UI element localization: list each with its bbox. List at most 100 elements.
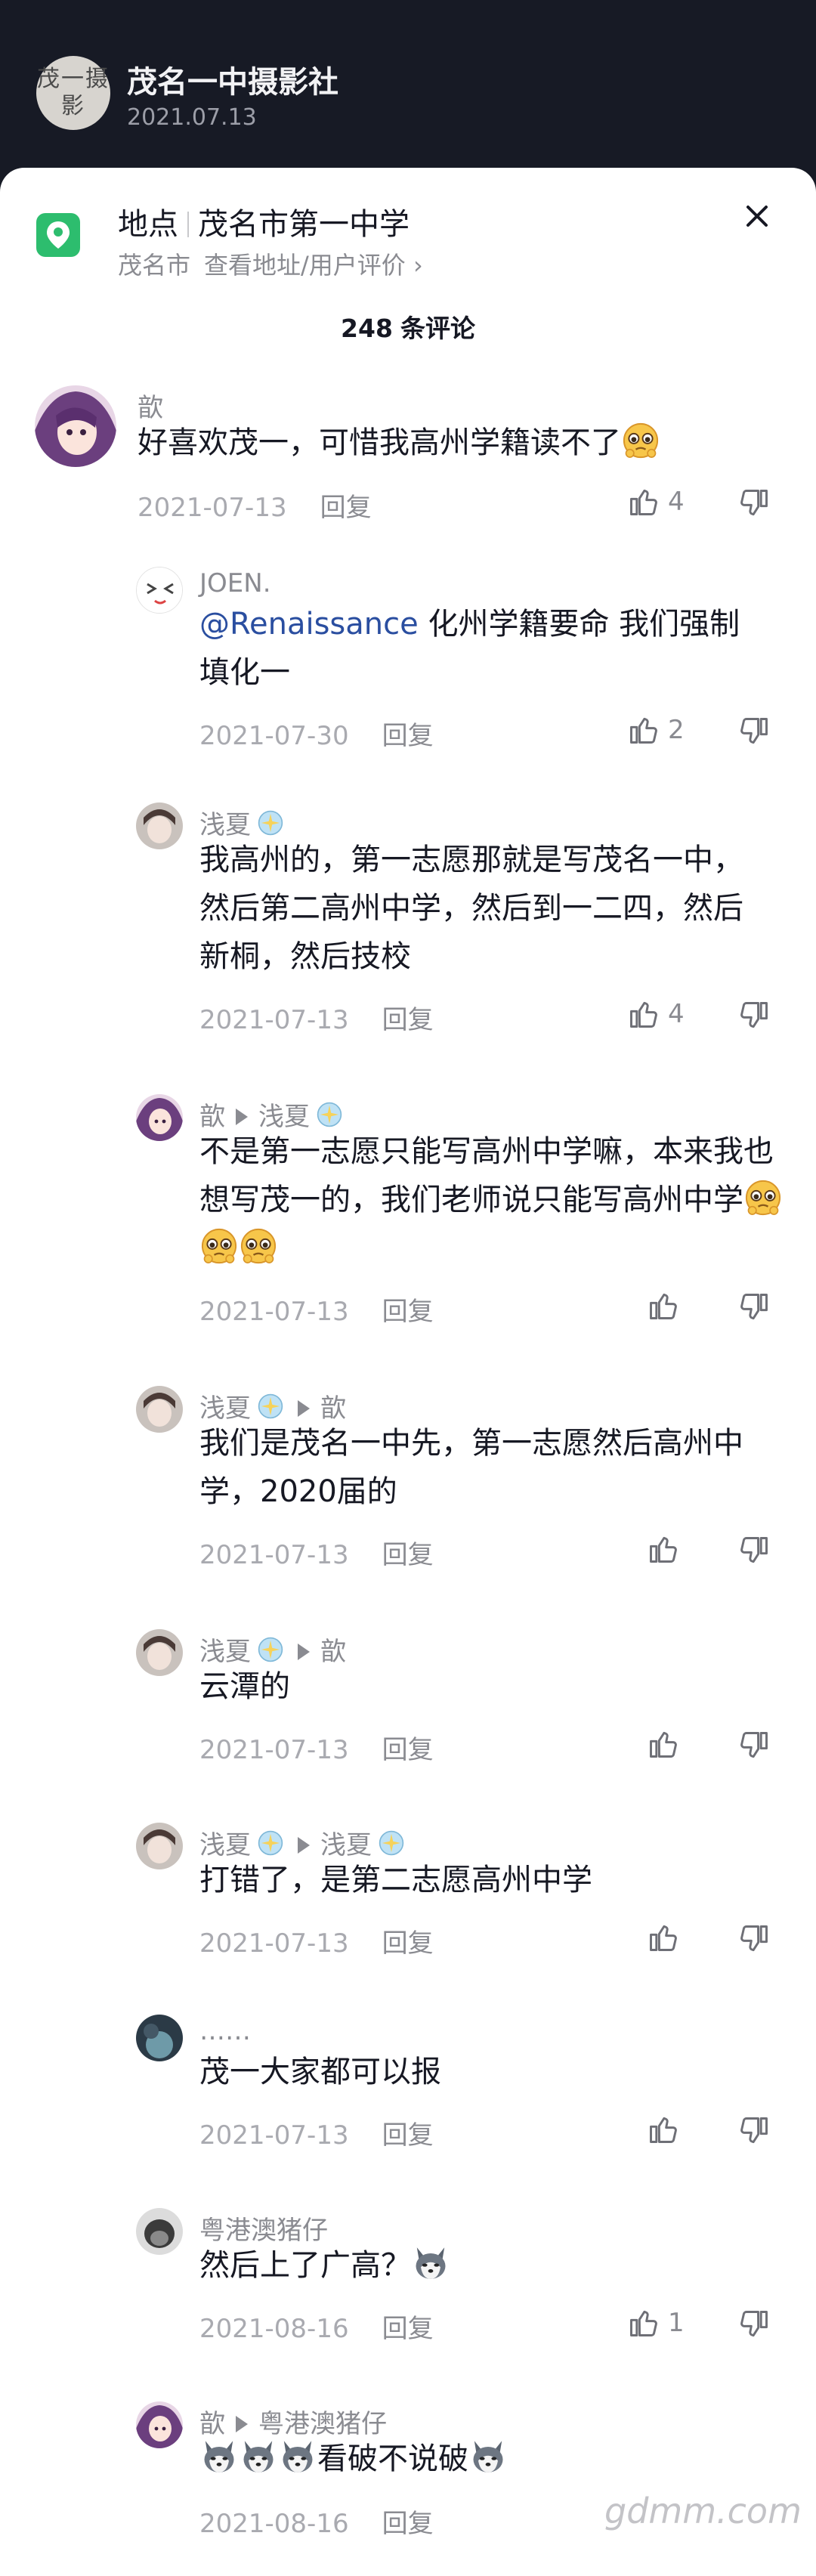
location-title[interactable]: 地点 茂名市第一中学: [118, 199, 410, 243]
comment-text: 云潭的: [199, 1669, 290, 1704]
dislike-icon[interactable]: [737, 2114, 771, 2148]
reply-button[interactable]: 回复: [382, 721, 434, 751]
site-watermark: gdmm.com: [604, 2491, 802, 2531]
close-icon[interactable]: [740, 199, 774, 233]
comment-meta: 2021-08-16 回复: [199, 2308, 434, 2345]
comment-author[interactable]: ……: [199, 2016, 251, 2046]
comment-date: 2021-07-13: [199, 1928, 349, 1959]
sparkle-emoji-icon: [254, 1633, 287, 1666]
comment-text: 然后上了广高？: [199, 2241, 783, 2290]
reply-arrow-icon: [236, 2416, 248, 2432]
avatar[interactable]: [136, 567, 183, 614]
husky-emoji-icon: [468, 2437, 508, 2476]
comment-meta: 2021-07-30 回复: [199, 715, 434, 752]
sparkle-emoji-icon: [254, 1826, 287, 1860]
sparkle-emoji-icon: [313, 1098, 346, 1131]
pleading-face-emoji-icon: [239, 1226, 278, 1266]
comment-meta: 2021-07-13 回复: [199, 1534, 434, 1571]
reply-button[interactable]: 回复: [382, 1540, 434, 1570]
husky-emoji-icon: [199, 2437, 239, 2476]
comment-text: 看破不说破: [199, 2435, 783, 2483]
comment-date: 2021-07-13: [199, 1540, 349, 1570]
comment-meta: 2021-07-13 回复: [199, 1729, 434, 1766]
reply-button[interactable]: 回复: [382, 2509, 434, 2539]
comment-date: 2021-07-13: [138, 493, 287, 523]
comment-author[interactable]: JOEN.: [199, 568, 271, 598]
location-label: 地点: [118, 207, 178, 242]
comment-text: @Renaissance 化州学籍要命 我们强制填化一: [199, 607, 740, 690]
comment-date: 2021-08-16: [199, 2509, 349, 2539]
comment-text: 打错了，是第二志愿高州中学: [199, 1863, 592, 1897]
dislike-icon[interactable]: [737, 715, 771, 748]
comment-text: 我们是茂名一中先，第一志愿然后高州中学，2020届的: [199, 1426, 743, 1509]
comment-meta: 2021-07-13 回复: [199, 1922, 434, 1959]
dislike-icon[interactable]: [737, 1922, 771, 1956]
comment-meta: 2021-07-13 回复: [199, 999, 434, 1036]
location-link[interactable]: 查看地址/用户评价 ›: [204, 251, 423, 280]
dislike-icon[interactable]: [737, 1291, 771, 1324]
location-subtitle[interactable]: 茂名市 查看地址/用户评价 ›: [118, 246, 423, 281]
sparkle-emoji-icon: [254, 806, 287, 840]
dislike-icon[interactable]: [737, 487, 771, 520]
sparkle-emoji-icon: [375, 1826, 408, 1860]
like-icon[interactable]: [647, 1289, 680, 1322]
reply-button[interactable]: 回复: [382, 1297, 434, 1327]
post-date: 2021.07.13: [127, 104, 257, 131]
avatar[interactable]: [136, 1629, 183, 1676]
like-icon[interactable]: [627, 997, 660, 1031]
reply-button[interactable]: 回复: [382, 2314, 434, 2344]
comment-date: 2021-08-16: [199, 2314, 349, 2344]
like-icon[interactable]: [627, 485, 660, 518]
avatar[interactable]: [136, 2401, 183, 2448]
reply-button[interactable]: 回复: [382, 1735, 434, 1765]
reply-button[interactable]: 回复: [382, 2120, 434, 2151]
reply-arrow-icon: [236, 1109, 248, 1125]
location-divider: [187, 212, 189, 237]
account-name[interactable]: 茂名一中摄影社: [127, 57, 338, 101]
avatar[interactable]: [136, 2208, 183, 2255]
comment-meta: 2021-07-13 回复: [199, 2114, 434, 2151]
dislike-icon[interactable]: [737, 1729, 771, 1762]
like-icon[interactable]: [627, 713, 660, 747]
like-count: 4: [668, 999, 685, 1029]
dislike-icon[interactable]: [737, 999, 771, 1032]
reply-arrow-icon: [298, 1837, 310, 1854]
sparkle-emoji-icon: [254, 1390, 287, 1423]
mention-link[interactable]: @Renaissance: [199, 607, 419, 642]
avatar[interactable]: [136, 1823, 183, 1869]
avatar[interactable]: [136, 2015, 183, 2061]
avatar[interactable]: [136, 1094, 183, 1141]
account-avatar[interactable]: 茂一摄影: [36, 56, 110, 130]
husky-emoji-icon: [411, 2244, 450, 2283]
comment-text: 不是第一志愿只能写高州中学嘛，本来我也想写茂一的，我们老师说只能写高州中学: [199, 1127, 783, 1273]
avatar[interactable]: [35, 385, 116, 467]
like-icon[interactable]: [647, 1727, 680, 1761]
comment-count: 248 条评论: [341, 314, 475, 343]
husky-emoji-icon: [278, 2437, 317, 2476]
avatar[interactable]: [136, 802, 183, 849]
reply-button[interactable]: 回复: [382, 1005, 434, 1035]
reply-arrow-icon: [298, 1400, 310, 1417]
reply-arrow-icon: [298, 1644, 310, 1660]
comment-text: 我高州的，第一志愿那就是写茂名一中，然后第二高州中学，然后到一二四，然后新桐，然…: [199, 843, 743, 974]
like-count: 2: [668, 715, 685, 745]
comment-date: 2021-07-13: [199, 1005, 349, 1035]
reply-button[interactable]: 回复: [382, 1928, 434, 1959]
comment-text: 茂一大家都可以报: [199, 2055, 441, 2089]
location-city: 茂名市: [118, 251, 191, 280]
like-icon[interactable]: [627, 2306, 660, 2339]
post-header: 茂一摄影 茂名一中摄影社 2021.07.13: [0, 0, 816, 166]
dislike-icon[interactable]: [737, 1534, 771, 1567]
comment-date: 2021-07-13: [199, 2120, 349, 2151]
like-icon[interactable]: [647, 1921, 680, 1954]
like-count: 1: [668, 2308, 685, 2338]
like-icon[interactable]: [647, 1532, 680, 1566]
like-icon[interactable]: [647, 2113, 680, 2146]
avatar[interactable]: [136, 1386, 183, 1433]
reply-button[interactable]: 回复: [320, 493, 372, 523]
pleading-face-emoji-icon: [621, 421, 660, 460]
comment-meta: 2021-07-13 回复: [199, 1291, 434, 1328]
dislike-icon[interactable]: [737, 2308, 771, 2341]
like-count: 4: [668, 487, 685, 517]
comment-date: 2021-07-30: [199, 721, 349, 751]
